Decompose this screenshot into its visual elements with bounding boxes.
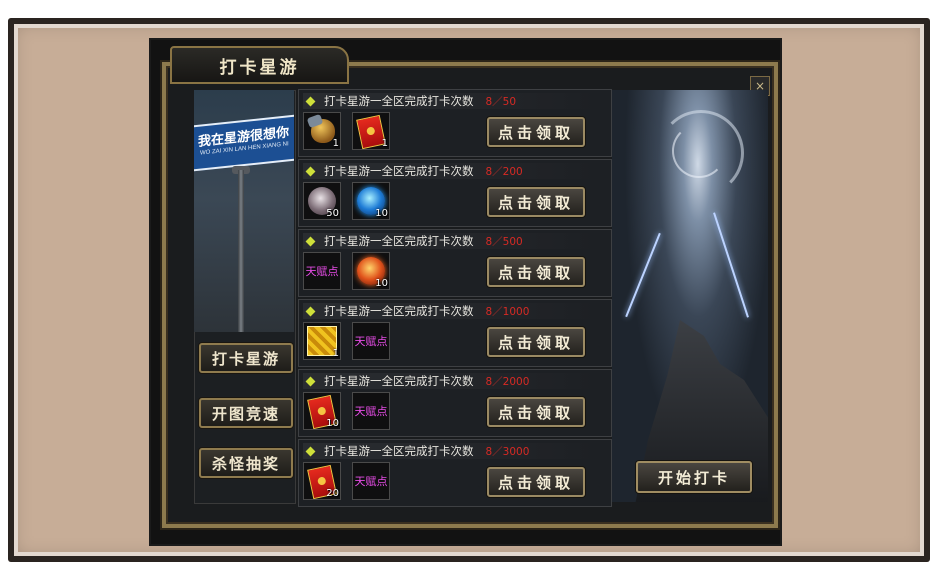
diamond-bullet-icon bbox=[305, 306, 316, 316]
claim-reward-button[interactable]: 点击领取 bbox=[487, 327, 585, 357]
vortex-swirl-inner bbox=[672, 124, 726, 178]
task-description: 打卡星游一全区完成打卡次数 bbox=[324, 304, 474, 318]
reward-slot[interactable]: 1 bbox=[352, 112, 390, 150]
reward-row: 打卡星游一全区完成打卡次数 8／500 天赋点 10 点击领取 bbox=[298, 229, 612, 297]
row-header: 打卡星游一全区完成打卡次数 8／50 bbox=[303, 93, 595, 109]
claim-reward-button[interactable]: 点击领取 bbox=[487, 117, 585, 147]
diamond-bullet-icon bbox=[305, 236, 316, 246]
reward-row: 打卡星游一全区完成打卡次数 8／1000 1 天赋点 点击领取 bbox=[298, 299, 612, 367]
lightning-bolt bbox=[713, 212, 749, 318]
item-quantity: 10 bbox=[326, 418, 339, 429]
reward-row: 打卡星游一全区完成打卡次数 8／2000 10 天赋点 点击领取 bbox=[298, 369, 612, 437]
claim-reward-button[interactable]: 点击领取 bbox=[487, 257, 585, 287]
sign-pole bbox=[238, 170, 244, 332]
diamond-bullet-icon bbox=[305, 96, 316, 106]
row-header: 打卡星游一全区完成打卡次数 8／3000 bbox=[303, 443, 595, 459]
item-quantity: 1 bbox=[332, 348, 339, 359]
reward-row: 打卡星游一全区完成打卡次数 8／3000 20 天赋点 点击领取 bbox=[298, 439, 612, 507]
reward-slot[interactable]: 10 bbox=[352, 252, 390, 290]
talent-points-label: 天赋点 bbox=[354, 335, 388, 348]
reward-slot[interactable]: 10 bbox=[303, 392, 341, 430]
sidebar-item-lottery[interactable]: 杀怪抽奖 bbox=[199, 448, 293, 478]
reward-slot[interactable]: 1 bbox=[303, 112, 341, 150]
item-quantity: 1 bbox=[332, 138, 339, 149]
claim-reward-button[interactable]: 点击领取 bbox=[487, 187, 585, 217]
task-description: 打卡星游一全区完成打卡次数 bbox=[324, 444, 474, 458]
row-header: 打卡星游一全区完成打卡次数 8／2000 bbox=[303, 373, 595, 389]
item-quantity: 10 bbox=[375, 208, 388, 219]
item-quantity: 50 bbox=[326, 208, 339, 219]
sidebar-item-map-race[interactable]: 开图竞速 bbox=[199, 398, 293, 428]
item-quantity: 20 bbox=[326, 488, 339, 499]
claim-reward-button[interactable]: 点击领取 bbox=[487, 467, 585, 497]
lightning-bolt bbox=[625, 232, 661, 318]
claim-reward-button[interactable]: 点击领取 bbox=[487, 397, 585, 427]
task-description: 打卡星游一全区完成打卡次数 bbox=[324, 164, 474, 178]
street-sign-image: 我在星游很想你 WO ZAI XIN LAN HEN XIANG NI bbox=[194, 90, 294, 332]
storm-artwork bbox=[612, 90, 768, 502]
task-description: 打卡星游一全区完成打卡次数 bbox=[324, 234, 474, 248]
reward-slot[interactable]: 20 bbox=[303, 462, 341, 500]
task-description: 打卡星游一全区完成打卡次数 bbox=[324, 374, 474, 388]
talent-points-label: 天赋点 bbox=[354, 475, 388, 488]
row-header: 打卡星游一全区完成打卡次数 8／500 bbox=[303, 233, 595, 249]
task-progress: 8／50 bbox=[485, 95, 517, 108]
reward-slot[interactable]: 天赋点 bbox=[303, 252, 341, 290]
reward-row: 打卡星游一全区完成打卡次数 8／50 1 1 点击领取 bbox=[298, 89, 612, 157]
item-quantity: 10 bbox=[375, 278, 388, 289]
sidebar-item-checkin[interactable]: 打卡星游 bbox=[199, 343, 293, 373]
task-progress: 8／2000 bbox=[485, 375, 530, 388]
diamond-bullet-icon bbox=[305, 166, 316, 176]
sign-board: 我在星游很想你 WO ZAI XIN LAN HEN XIANG NI bbox=[194, 114, 294, 172]
reward-slot[interactable]: 50 bbox=[303, 182, 341, 220]
task-progress: 8／200 bbox=[485, 165, 523, 178]
task-progress: 8／1000 bbox=[485, 305, 530, 318]
item-quantity: 1 bbox=[381, 138, 388, 149]
diamond-bullet-icon bbox=[305, 446, 316, 456]
task-description: 打卡星游一全区完成打卡次数 bbox=[324, 94, 474, 108]
row-header: 打卡星游一全区完成打卡次数 8／200 bbox=[303, 163, 595, 179]
talent-points-label: 天赋点 bbox=[305, 265, 339, 278]
task-progress: 8／3000 bbox=[485, 445, 530, 458]
talent-points-label: 天赋点 bbox=[354, 405, 388, 418]
reward-slot[interactable]: 天赋点 bbox=[352, 392, 390, 430]
task-progress: 8／500 bbox=[485, 235, 523, 248]
start-checkin-button[interactable]: 开始打卡 bbox=[636, 461, 752, 493]
reward-row: 打卡星游一全区完成打卡次数 8／200 50 10 点击领取 bbox=[298, 159, 612, 227]
reward-slot[interactable]: 天赋点 bbox=[352, 322, 390, 360]
diamond-bullet-icon bbox=[305, 376, 316, 386]
reward-slot[interactable]: 1 bbox=[303, 322, 341, 360]
reward-slot[interactable]: 10 bbox=[352, 182, 390, 220]
reward-slot[interactable]: 天赋点 bbox=[352, 462, 390, 500]
window-title: 打卡星游 bbox=[170, 46, 349, 84]
row-header: 打卡星游一全区完成打卡次数 8／1000 bbox=[303, 303, 595, 319]
